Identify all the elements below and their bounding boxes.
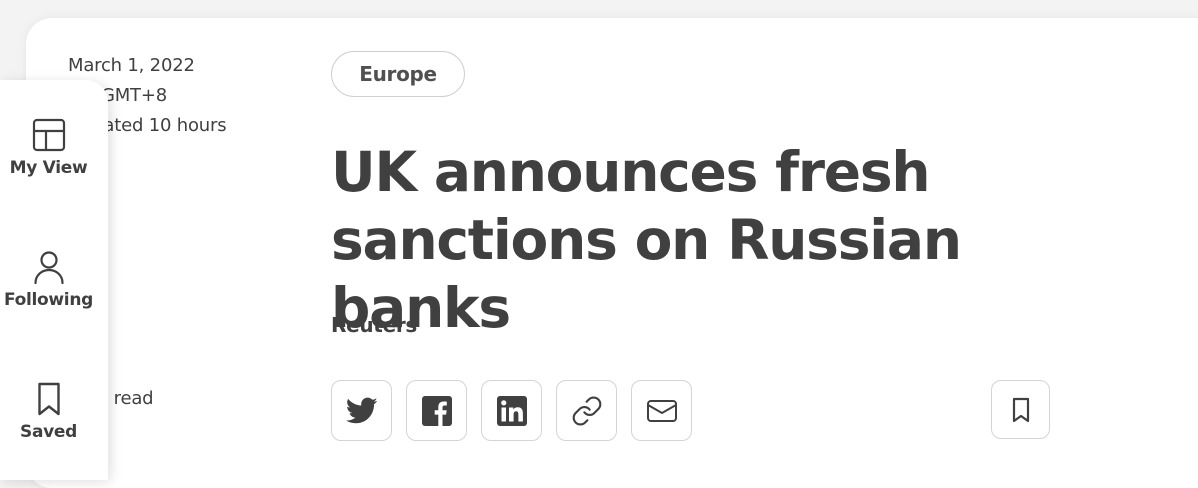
linkedin-icon xyxy=(496,395,527,426)
facebook-icon xyxy=(421,395,452,426)
email-icon xyxy=(646,399,677,422)
sidebar: My View Following Saved xyxy=(0,80,108,480)
layout-icon xyxy=(32,118,65,152)
share-facebook-button[interactable] xyxy=(406,380,467,441)
sidebar-item-label: Following xyxy=(3,290,94,310)
category-tag[interactable]: Europe xyxy=(331,51,465,97)
sidebar-item-my-view[interactable]: My View xyxy=(0,118,97,178)
author-byline[interactable]: Reuters xyxy=(331,313,417,337)
person-icon xyxy=(33,251,64,284)
sidebar-item-saved[interactable]: Saved xyxy=(0,382,97,442)
sidebar-item-label: Saved xyxy=(20,422,77,442)
share-email-button[interactable] xyxy=(631,380,692,441)
article-date: March 1, 2022 xyxy=(68,55,195,76)
page-title: UK announces fresh sanctions on Russian b… xyxy=(331,138,1111,342)
bookmark-icon xyxy=(37,382,60,416)
headline-line-1: UK announces fresh xyxy=(331,140,931,204)
link-icon xyxy=(572,396,601,425)
sidebar-item-following[interactable]: Following xyxy=(0,250,97,310)
twitter-icon xyxy=(345,397,377,423)
sidebar-item-label: My View xyxy=(9,158,88,178)
share-twitter-button[interactable] xyxy=(331,380,392,441)
bookmark-icon xyxy=(1012,397,1029,422)
share-linkedin-button[interactable] xyxy=(481,380,542,441)
save-article-button[interactable] xyxy=(991,380,1050,439)
headline-line-2: sanctions on Russian banks xyxy=(331,208,962,340)
share-link-button[interactable] xyxy=(556,380,617,441)
